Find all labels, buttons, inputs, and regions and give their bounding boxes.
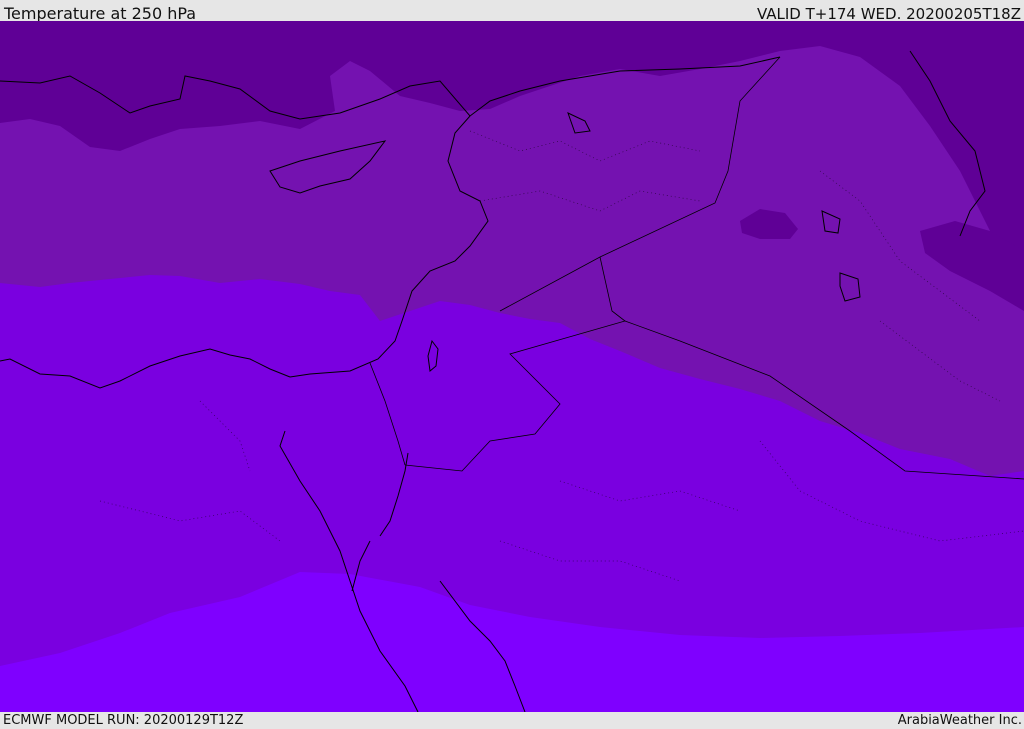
forecast-map-page: Temperature at 250 hPa VALID T+174 WED. … (0, 0, 1024, 729)
footer-bar: ECMWF MODEL RUN: 20200129T12Z ArabiaWeat… (0, 712, 1024, 729)
model-run-label: ECMWF MODEL RUN: 20200129T12Z (3, 713, 244, 728)
header-bar: Temperature at 250 hPa VALID T+174 WED. … (0, 0, 1024, 23)
map-canvas (0, 21, 1024, 712)
temperature-map (0, 21, 1024, 712)
credit-label: ArabiaWeather Inc. (897, 713, 1022, 728)
